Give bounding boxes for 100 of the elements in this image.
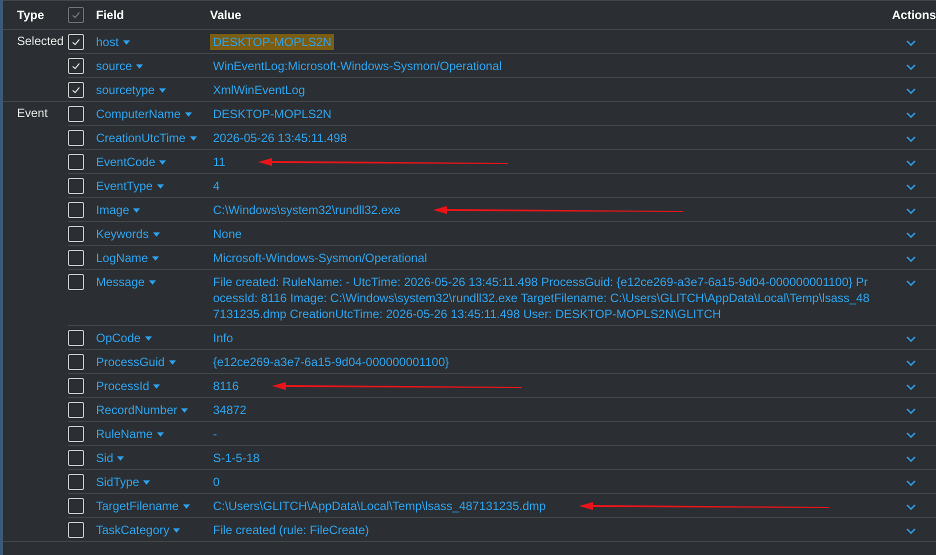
- caret-down-icon: [168, 360, 176, 364]
- field-value[interactable]: S-1-5-18: [210, 450, 263, 466]
- field-name-dropdown[interactable]: TaskCategory: [96, 522, 180, 538]
- field-name-dropdown[interactable]: RuleName: [96, 426, 164, 442]
- caret-down-icon: [173, 528, 180, 532]
- field-value[interactable]: File created: RuleName: - UtcTime: 2026-05-26 13:45:11.498 ProcessGuid: {e12ce269-a3e7-6a15-9d04-000000001100} ProcessId: 8116 Image: C:\Windows\system32\rundll32.exe TargetFilename: C:\Users\GLITCH\AppData\Local\Temp\lsass_487131235.dmp CreationUtcTime: 2026-05-26 13:45:11.498 User: DESKTOP-MOPLS2N\GLITCH: [210, 274, 876, 322]
- field-checkbox[interactable]: [68, 250, 84, 266]
- chevron-down-icon[interactable]: [906, 360, 916, 366]
- caret-down-icon: [190, 136, 197, 140]
- caret-down-icon: [144, 336, 152, 340]
- field-checkbox[interactable]: [68, 34, 84, 50]
- field-name-dropdown[interactable]: Sid: [96, 450, 124, 466]
- field-name-dropdown[interactable]: OpCode: [96, 330, 152, 346]
- chevron-down-icon[interactable]: [906, 528, 916, 534]
- caret-down-icon: [143, 480, 150, 484]
- chevron-down-icon[interactable]: [906, 208, 916, 214]
- field-name-dropdown[interactable]: Keywords: [96, 226, 160, 242]
- chevron-down-icon[interactable]: [906, 112, 916, 118]
- field-name-dropdown[interactable]: ProcessId: [96, 378, 160, 394]
- caret-down-icon: [182, 504, 190, 508]
- check-icon: [71, 10, 81, 20]
- field-checkbox[interactable]: [68, 354, 84, 370]
- field-value[interactable]: -: [210, 426, 220, 442]
- field-value[interactable]: 34872: [210, 402, 250, 418]
- field-value[interactable]: Microsoft-Windows-Sysmon/Operational: [210, 250, 430, 266]
- chevron-down-icon[interactable]: [906, 40, 916, 46]
- field-checkbox[interactable]: [68, 274, 84, 290]
- caret-down-icon: [148, 280, 156, 284]
- field-name-dropdown[interactable]: SidType: [96, 474, 150, 490]
- field-checkbox[interactable]: [68, 226, 84, 242]
- field-name-dropdown[interactable]: source: [96, 58, 144, 74]
- field-value[interactable]: File created (rule: FileCreate): [210, 522, 372, 538]
- field-name-dropdown[interactable]: Image: [96, 202, 140, 218]
- select-all-checkbox[interactable]: [68, 7, 84, 23]
- field-value[interactable]: XmlWinEventLog: [210, 82, 308, 98]
- caret-down-icon: [156, 184, 164, 188]
- field-checkbox[interactable]: [68, 498, 84, 514]
- field-checkbox[interactable]: [68, 178, 84, 194]
- field-name-dropdown[interactable]: LogName: [96, 250, 160, 266]
- field-value[interactable]: 11: [210, 154, 228, 170]
- caret-down-icon: [153, 384, 160, 388]
- field-value[interactable]: Info: [210, 330, 236, 346]
- column-header: Value: [210, 8, 242, 22]
- chevron-down-icon[interactable]: [906, 256, 916, 262]
- field-checkbox[interactable]: [68, 202, 84, 218]
- field-name-dropdown[interactable]: sourcetype: [96, 82, 166, 98]
- chevron-down-icon[interactable]: [906, 136, 916, 142]
- chevron-down-icon[interactable]: [906, 232, 916, 238]
- field-name-dropdown[interactable]: CreationUtcTime: [96, 130, 197, 146]
- field-name-dropdown[interactable]: ComputerName: [96, 106, 192, 122]
- field-checkbox[interactable]: [68, 130, 84, 146]
- chevron-down-icon[interactable]: [906, 64, 916, 70]
- field-value[interactable]: WinEventLog:Microsoft-Windows-Sysmon/Operational: [210, 58, 505, 74]
- chevron-down-icon[interactable]: [906, 456, 916, 462]
- field-checkbox[interactable]: [68, 426, 84, 442]
- column-header: Actions: [890, 8, 936, 22]
- field-value[interactable]: DESKTOP-MOPLS2N: [210, 106, 334, 122]
- field-name-dropdown[interactable]: RecordNumber: [96, 402, 188, 418]
- field-value[interactable]: 4: [210, 178, 223, 194]
- field-checkbox[interactable]: [68, 450, 84, 466]
- caret-down-icon: [152, 256, 160, 260]
- field-value[interactable]: 0: [210, 474, 223, 490]
- field-name-dropdown[interactable]: TargetFilename: [96, 498, 190, 514]
- caret-down-icon: [136, 64, 144, 68]
- type-label: Event: [17, 106, 48, 120]
- chevron-down-icon[interactable]: [906, 280, 916, 286]
- field-name-dropdown[interactable]: host: [96, 34, 130, 50]
- field-checkbox[interactable]: [68, 402, 84, 418]
- chevron-down-icon[interactable]: [906, 432, 916, 438]
- field-checkbox[interactable]: [68, 522, 84, 538]
- caret-down-icon: [158, 88, 166, 92]
- field-value[interactable]: 8116: [210, 378, 242, 394]
- field-name-dropdown[interactable]: Message: [96, 274, 156, 290]
- chevron-down-icon[interactable]: [906, 184, 916, 190]
- field-checkbox[interactable]: [68, 474, 84, 490]
- caret-down-icon: [133, 208, 140, 212]
- field-checkbox[interactable]: [68, 82, 84, 98]
- column-header: Field: [95, 8, 126, 22]
- chevron-down-icon[interactable]: [906, 480, 916, 486]
- field-value[interactable]: C:\Windows\system32\rundll32.exe: [210, 202, 404, 218]
- field-checkbox[interactable]: [68, 58, 84, 74]
- field-checkbox[interactable]: [68, 378, 84, 394]
- chevron-down-icon[interactable]: [906, 384, 916, 390]
- chevron-down-icon[interactable]: [906, 336, 916, 342]
- chevron-down-icon[interactable]: [906, 504, 916, 510]
- chevron-down-icon[interactable]: [906, 160, 916, 166]
- field-checkbox[interactable]: [68, 330, 84, 346]
- field-checkbox[interactable]: [68, 106, 84, 122]
- field-value[interactable]: None: [210, 226, 245, 242]
- field-checkbox[interactable]: [68, 154, 84, 170]
- check-icon: [71, 61, 81, 71]
- chevron-down-icon[interactable]: [906, 88, 916, 94]
- field-value[interactable]: 2026-05-26 13:45:11.498: [210, 130, 350, 146]
- column-header: Type: [16, 8, 46, 22]
- field-value[interactable]: C:\Users\GLITCH\AppData\Local\Temp\lsass_487131235.dmp: [210, 498, 549, 514]
- field-name-dropdown[interactable]: ProcessGuid: [96, 354, 176, 370]
- field-name-dropdown[interactable]: EventCode: [96, 154, 166, 170]
- field-name-dropdown[interactable]: EventType: [96, 178, 164, 194]
- field-value[interactable]: {e12ce269-a3e7-6a15-9d04-000000001100}: [210, 354, 452, 370]
- chevron-down-icon[interactable]: [906, 408, 916, 414]
